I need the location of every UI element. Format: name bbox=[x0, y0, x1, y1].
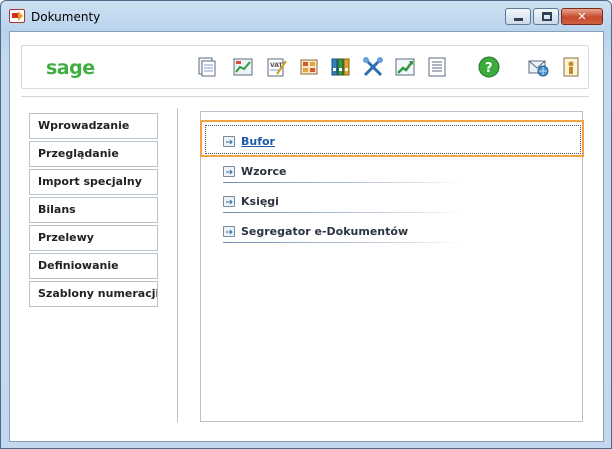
list-item-ksiegi[interactable]: Księgi bbox=[223, 192, 463, 216]
nav-bilans[interactable]: Bilans bbox=[29, 197, 158, 223]
info-icon[interactable] bbox=[560, 56, 582, 78]
window-title: Dokumenty bbox=[31, 10, 101, 24]
minimize-button[interactable] bbox=[505, 8, 531, 25]
nav-wprowadzanie[interactable]: Wprowadzanie bbox=[29, 113, 158, 139]
title-bar[interactable]: Dokumenty ✕ bbox=[1, 1, 611, 31]
toolbar-divider bbox=[21, 96, 589, 97]
growth-chart-icon[interactable] bbox=[394, 56, 416, 78]
focus-rectangle bbox=[205, 125, 581, 154]
chart-icon[interactable] bbox=[232, 56, 254, 78]
arrow-right-icon bbox=[223, 166, 235, 177]
app-icon[interactable] bbox=[9, 9, 25, 23]
vat-icon[interactable]: VAT bbox=[266, 56, 288, 78]
item-label: Księgi bbox=[241, 195, 279, 208]
close-icon: ✕ bbox=[577, 10, 587, 23]
nav-przelewy[interactable]: Przelewy bbox=[29, 225, 158, 251]
minimize-icon bbox=[514, 18, 523, 21]
item-underline bbox=[223, 182, 463, 183]
item-label: Segregator e-Dokumentów bbox=[241, 225, 409, 238]
nav-przegladanie[interactable]: Przeglądanie bbox=[29, 141, 158, 167]
maximize-button[interactable] bbox=[533, 8, 559, 25]
nav-szablony-numeracji[interactable]: Szablony numeracji bbox=[29, 281, 158, 307]
list-icon[interactable] bbox=[426, 56, 448, 78]
binders-icon[interactable] bbox=[330, 56, 352, 78]
list-item-segregator[interactable]: Segregator e-Dokumentów bbox=[223, 222, 463, 246]
mail-globe-icon[interactable] bbox=[527, 56, 549, 78]
help-icon[interactable]: ? bbox=[478, 56, 500, 78]
item-underline bbox=[223, 212, 463, 213]
arrow-right-icon bbox=[223, 196, 235, 207]
content-panel: Bufor Wzorce Księgi Segregator e-Dokumen… bbox=[200, 111, 583, 422]
maximize-icon bbox=[542, 12, 552, 21]
item-label: Wzorce bbox=[241, 165, 287, 178]
arrow-right-icon bbox=[223, 226, 235, 237]
tools-icon[interactable] bbox=[362, 56, 384, 78]
nav-definiowanie[interactable]: Definiowanie bbox=[29, 253, 158, 279]
left-nav: Wprowadzanie Przeglądanie Import specjal… bbox=[29, 113, 158, 309]
list-item-wzorce[interactable]: Wzorce bbox=[223, 162, 463, 186]
nav-import-specjalny[interactable]: Import specjalny bbox=[29, 169, 158, 195]
svg-text:?: ? bbox=[485, 61, 493, 76]
item-underline bbox=[223, 242, 463, 243]
sage-logo: sage bbox=[46, 57, 95, 79]
documents-icon[interactable] bbox=[196, 56, 218, 78]
close-button[interactable]: ✕ bbox=[561, 8, 603, 25]
nav-divider bbox=[177, 108, 178, 422]
toolbar: sage VAT ? bbox=[21, 45, 589, 89]
register-icon[interactable] bbox=[298, 56, 320, 78]
caption-buttons: ✕ bbox=[505, 8, 603, 25]
